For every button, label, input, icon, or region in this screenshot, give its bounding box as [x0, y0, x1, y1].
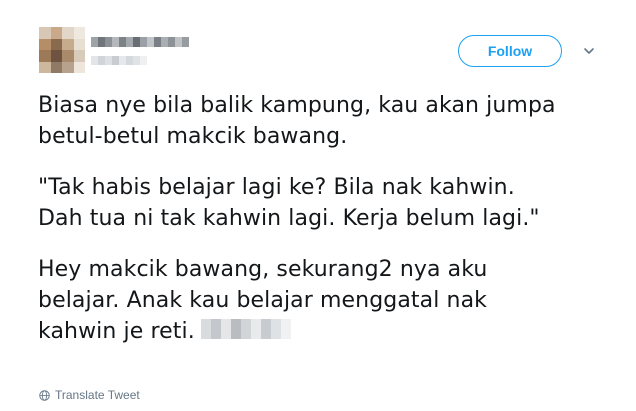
- tweet-text: Biasa nye bila balik kampung, kau akan j…: [38, 90, 618, 347]
- tweet-line: belajar. Anak kau belajar menggatal nak: [38, 288, 488, 313]
- display-name-redacted[interactable]: [91, 37, 189, 47]
- tweet-paragraph: Biasa nye bila balik kampung, kau akan j…: [38, 90, 618, 152]
- handle-redacted[interactable]: [91, 56, 147, 65]
- follow-button[interactable]: Follow: [458, 35, 562, 67]
- avatar[interactable]: [39, 27, 85, 73]
- tweet-paragraph: "Tak habis belajar lagi ke? Bila nak kah…: [38, 172, 618, 234]
- tweet-line: Biasa nye bila balik kampung, kau akan j…: [38, 93, 556, 118]
- chevron-down-icon[interactable]: [582, 44, 596, 58]
- tweet-line: Hey makcik bawang, sekurang2 nya aku: [38, 257, 488, 282]
- translate-tweet-link[interactable]: Translate Tweet: [39, 388, 140, 402]
- tweet-line: Dah tua ni tak kahwin lagi. Kerja belum …: [38, 206, 540, 231]
- tweet-paragraph: Hey makcik bawang, sekurang2 nya aku bel…: [38, 254, 618, 347]
- tweet-line: "Tak habis belajar lagi ke? Bila nak kah…: [38, 175, 515, 200]
- translate-tweet-label: Translate Tweet: [55, 388, 140, 402]
- globe-icon: [39, 389, 50, 401]
- tweet-line: betul-betul makcik bawang.: [38, 124, 348, 149]
- emoji-redacted: [200, 319, 291, 339]
- tweet-line: kahwin je reti.: [38, 319, 195, 344]
